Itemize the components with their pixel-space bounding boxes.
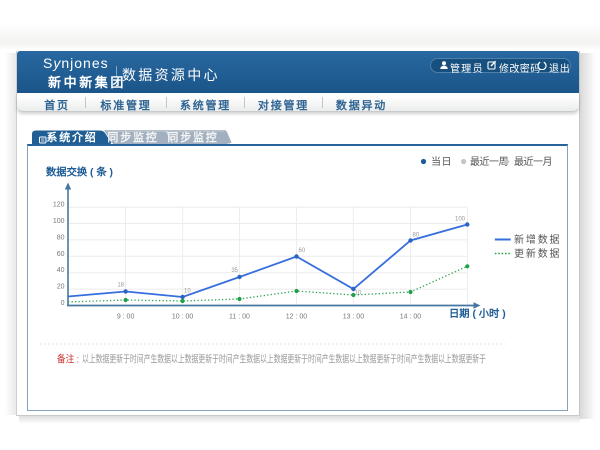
svg-text:14 : 00: 14 : 00 (400, 314, 422, 321)
svg-text:80: 80 (413, 233, 420, 239)
svg-text:13 : 00: 13 : 00 (343, 314, 365, 321)
svg-text:35: 35 (231, 268, 238, 274)
svg-text:11 : 00: 11 : 00 (229, 314, 250, 321)
svg-text:日期 ( 小时 ): 日期 ( 小时 ) (449, 307, 506, 320)
svg-text:60: 60 (299, 248, 306, 254)
svg-text:最近一周: 最近一周 (470, 155, 508, 168)
svg-text:18: 18 (117, 283, 124, 289)
svg-text:9 : 00: 9 : 00 (117, 314, 135, 321)
svg-text:0: 0 (61, 300, 65, 307)
svg-text:备注 :: 备注 : (57, 353, 79, 366)
svg-text:10: 10 (184, 289, 191, 295)
svg-text:120: 120 (53, 202, 65, 209)
svg-text:同步监控: 同步监控 (107, 130, 158, 144)
svg-text:100: 100 (53, 218, 65, 225)
svg-text:最近一月: 最近一月 (514, 155, 552, 168)
svg-text:同步监控: 同步监控 (167, 130, 218, 144)
svg-text:数据交换 ( 条 ): 数据交换 ( 条 ) (46, 166, 113, 179)
svg-text:80: 80 (57, 234, 65, 241)
svg-text:以上数据更新于时间产生数据以上数据更新于时间产生数据以上数据: 以上数据更新于时间产生数据以上数据更新于时间产生数据以上数据更新于时间产生数据以… (82, 353, 486, 366)
svg-text:60: 60 (57, 251, 65, 258)
svg-text:系统介绍: 系统介绍 (46, 130, 97, 144)
svg-text:更新数据: 更新数据 (514, 247, 561, 260)
svg-text:10 : 00: 10 : 00 (172, 314, 194, 321)
svg-text:10: 10 (355, 291, 362, 297)
svg-text:40: 40 (57, 267, 65, 274)
svg-text:新增数据: 新增数据 (514, 233, 561, 246)
svg-text:12 : 00: 12 : 00 (286, 314, 308, 321)
svg-text:100: 100 (455, 217, 466, 223)
svg-text:20: 20 (57, 284, 65, 291)
svg-text:当日: 当日 (431, 155, 452, 168)
